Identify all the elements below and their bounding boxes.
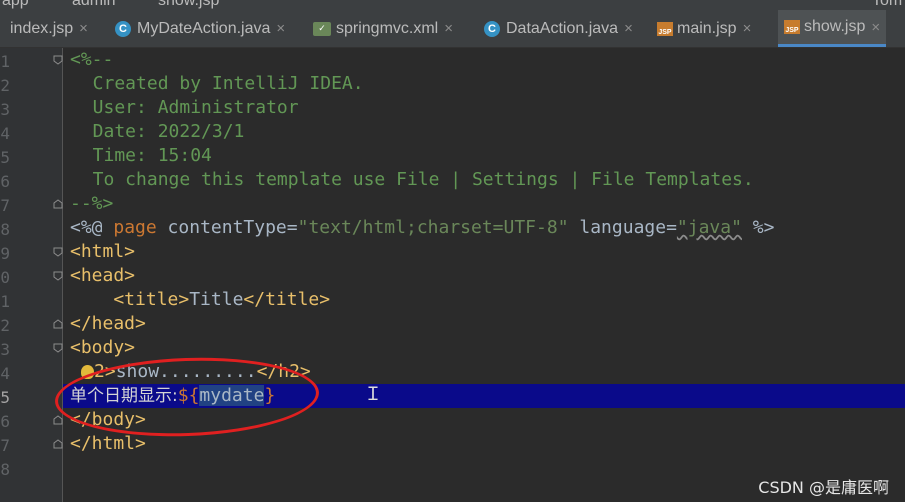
fold-marker-icon[interactable] xyxy=(53,415,63,425)
close-icon[interactable]: × xyxy=(743,20,752,37)
code-line: <%-- xyxy=(70,49,114,70)
line-number: 4 xyxy=(0,364,10,383)
breadcrumb-segment[interactable]: show.jsp xyxy=(158,0,219,10)
line-number-current: 5 xyxy=(0,388,10,407)
tab-show-jsp[interactable]: JSP show.jsp × xyxy=(778,10,887,47)
line-number: 2 xyxy=(0,316,10,335)
line-number: 9 xyxy=(0,244,10,263)
code-token: page xyxy=(113,217,157,238)
code-token: contentType= xyxy=(156,217,298,238)
tab-label: DataAction.java xyxy=(506,19,619,37)
code-line: <html> xyxy=(70,241,136,262)
fold-marker-icon[interactable] xyxy=(53,199,63,209)
fold-marker-icon[interactable] xyxy=(53,247,63,257)
line-number: 1 xyxy=(0,52,10,71)
text-cursor-icon: Ｉ xyxy=(364,384,382,405)
close-icon[interactable]: × xyxy=(276,20,285,37)
java-class-icon: C xyxy=(484,20,500,37)
tab-label: springmvc.xml xyxy=(336,19,439,37)
tab-dataaction-java[interactable]: C DataAction.java × xyxy=(484,10,633,47)
breadcrumb: app admin show.jsp Tom xyxy=(0,0,905,10)
editor-tab-bar: index.jsp × C MyDateAction.java × ✓ springmv… xyxy=(0,10,905,48)
code-line: <body> xyxy=(70,337,136,358)
code-token: </title> xyxy=(243,289,331,310)
line-number: 7 xyxy=(0,196,10,215)
code-token: "text/html;charset=UTF-8" xyxy=(297,217,569,238)
breadcrumb-right-label[interactable]: Tom xyxy=(872,0,902,10)
line-number: 2 xyxy=(0,76,10,95)
line-number: 4 xyxy=(0,124,10,143)
code-line: <%@ page contentType="text/html;charset=… xyxy=(70,216,905,240)
line-number: 1 xyxy=(0,292,10,311)
code-token: "java" xyxy=(676,217,742,238)
line-number: 7 xyxy=(0,436,10,455)
breadcrumb-segment[interactable]: admin xyxy=(72,0,116,10)
tab-label: MyDateAction.java xyxy=(137,19,271,37)
tab-mydateaction-java[interactable]: C MyDateAction.java × xyxy=(115,10,285,47)
code-line: Date: 2022/3/1 xyxy=(71,121,245,142)
code-line: <title>Title</title> xyxy=(70,288,905,312)
code-line: To change this template use File | Setti… xyxy=(71,169,754,190)
line-number: 3 xyxy=(0,100,10,119)
line-number: 3 xyxy=(0,340,10,359)
line-number: 5 xyxy=(0,148,10,167)
tab-main-jsp[interactable]: JSP main.jsp × xyxy=(657,10,751,47)
code-line: --%> xyxy=(70,193,114,214)
tab-label: main.jsp xyxy=(677,19,737,37)
code-line: Created by IntelliJ IDEA. xyxy=(71,73,364,94)
line-number: 8 xyxy=(0,220,10,239)
code-token: <title> xyxy=(70,289,190,310)
close-icon[interactable]: × xyxy=(624,20,633,37)
fold-marker-icon[interactable] xyxy=(53,439,63,449)
jsp-file-icon: JSP xyxy=(784,20,800,34)
jsp-file-icon: JSP xyxy=(657,21,673,36)
tab-label: index.jsp xyxy=(10,19,74,37)
java-class-icon: C xyxy=(115,20,131,37)
close-icon[interactable]: × xyxy=(871,19,880,36)
code-token: %> xyxy=(741,217,775,238)
line-number: 8 xyxy=(0,460,10,479)
code-line: </head> xyxy=(70,313,146,334)
line-number: 6 xyxy=(0,172,10,191)
close-icon[interactable]: × xyxy=(79,20,88,37)
line-number: 0 xyxy=(0,268,10,287)
code-line: User: Administrator xyxy=(71,97,299,118)
tab-springmvc-xml[interactable]: ✓ springmvc.xml × xyxy=(313,10,453,47)
fold-marker-icon[interactable] xyxy=(53,343,63,353)
fold-marker-icon[interactable] xyxy=(53,55,63,65)
breadcrumb-segment[interactable]: app xyxy=(2,0,29,10)
code-token: <%@ xyxy=(70,217,114,238)
fold-marker-icon[interactable] xyxy=(53,271,63,281)
fold-marker-icon[interactable] xyxy=(53,319,63,329)
xml-file-icon: ✓ xyxy=(313,21,331,36)
tab-index-jsp[interactable]: index.jsp × xyxy=(10,10,88,47)
code-token: Title xyxy=(189,289,244,310)
code-line: Time: 15:04 xyxy=(71,145,212,166)
code-token: language= xyxy=(568,217,677,238)
tab-label: show.jsp xyxy=(804,18,866,35)
line-number: 6 xyxy=(0,412,10,431)
code-line: <head> xyxy=(70,265,136,286)
close-icon[interactable]: × xyxy=(444,20,453,37)
watermark: CSDN @是庸医啊 xyxy=(758,478,889,497)
line-number-gutter[interactable]: 1 2 3 4 5 6 7 8 9 0 1 2 3 4 5 6 7 8 xyxy=(0,48,63,502)
